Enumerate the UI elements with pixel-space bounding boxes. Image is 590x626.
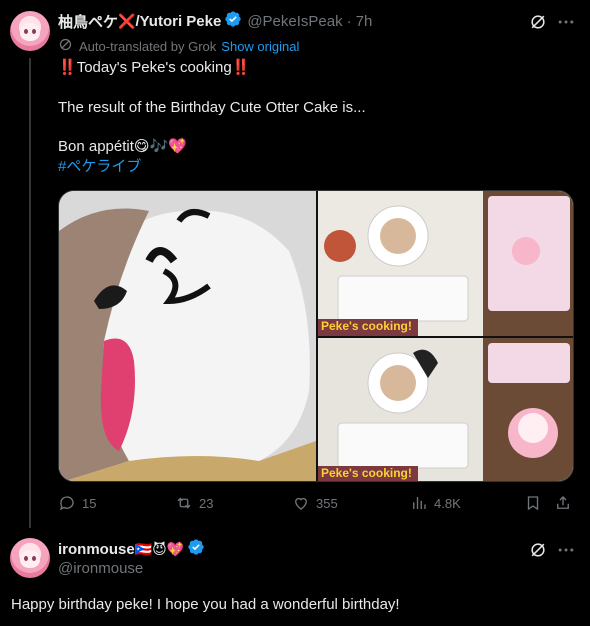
media-grid[interactable]: Peke's cooking! Peke's cooking! — [58, 190, 574, 482]
hashtag-link[interactable]: #ペケライブ — [58, 157, 141, 177]
double-exclamation-emoji: ‼️ — [231, 59, 251, 76]
post-line-3-text: Bon appétit — [58, 138, 134, 155]
like-count: 355 — [316, 495, 338, 511]
heart-icon — [295, 497, 307, 510]
cross-emoji: ❌ — [118, 12, 136, 29]
reply-author-name[interactable]: ironmouse — [58, 541, 135, 558]
views-button[interactable]: 4.8K — [410, 494, 461, 512]
overlay-label: Peke's cooking! — [321, 466, 412, 480]
post-line-2: The result of the Birthday Cute Otter Ca… — [58, 99, 366, 116]
reply-count: 15 — [82, 495, 97, 511]
grok-icon[interactable] — [528, 540, 548, 560]
overlay-label: Peke's cooking! — [321, 319, 412, 333]
repost-button[interactable]: 23 — [175, 494, 213, 512]
bookmark-icon — [527, 496, 539, 511]
action-bar: 15 23 355 4.8K — [58, 494, 574, 514]
repost-count: 23 — [199, 495, 214, 511]
author-name-suffix[interactable]: /Yutori Peke — [135, 13, 221, 30]
reply-icon — [59, 496, 74, 511]
post-line-1: ‼️Today's Peke's cooking‼️ — [58, 58, 250, 78]
reply-author-avatar[interactable] — [10, 538, 50, 578]
post-line-1-text: Today's Peke's cooking — [76, 59, 232, 76]
author-handle[interactable]: @PekeIsPeak — [247, 13, 342, 30]
stream-photo-top[interactable]: Peke's cooking! — [318, 191, 573, 336]
stream-photo-bottom[interactable]: Peke's cooking! — [318, 338, 573, 481]
reply-author-handle[interactable]: @ironmouse — [58, 560, 143, 577]
cake-photo[interactable] — [59, 191, 316, 481]
verified-badge-icon — [224, 10, 242, 33]
author-avatar[interactable] — [10, 11, 50, 51]
post-header: 柚鳥ペケ ❌ /Yutori Peke @PekeIsPeak · 7h — [58, 10, 372, 32]
like-button[interactable]: 355 — [292, 494, 338, 512]
translation-row: Auto-translated by Grok Show original — [58, 37, 299, 55]
bookmark-button[interactable] — [524, 494, 548, 512]
verified-badge-icon — [187, 538, 205, 561]
view-count: 4.8K — [434, 495, 461, 511]
author-name[interactable]: 柚鳥ペケ — [58, 11, 118, 32]
post-line-3: Bon appétit😋🎶💖 — [58, 137, 187, 157]
post-time[interactable]: 7h — [356, 13, 373, 30]
views-icon — [413, 497, 426, 509]
repost-icon — [177, 497, 191, 509]
reply-button[interactable]: 15 — [58, 494, 96, 512]
translation-label: Auto-translated by Grok — [79, 38, 217, 54]
more-options-icon[interactable] — [556, 12, 576, 32]
share-button[interactable] — [554, 494, 578, 512]
time-separator: · — [346, 12, 352, 30]
translate-icon — [58, 37, 73, 55]
reply-header: ironmouse 🇵🇷😈💖 — [58, 538, 205, 560]
grok-icon[interactable] — [528, 12, 548, 32]
share-icon — [557, 496, 569, 509]
reply-author-emojis: 🇵🇷😈💖 — [134, 540, 185, 557]
show-original-link[interactable]: Show original — [221, 39, 299, 54]
reply-text: Happy birthday peke! I hope you had a wo… — [11, 596, 400, 613]
double-exclamation-emoji: ‼️ — [58, 59, 77, 76]
thread-line — [29, 58, 31, 528]
more-options-icon[interactable] — [556, 540, 576, 560]
line-3-emojis: 😋🎶💖 — [133, 138, 187, 155]
